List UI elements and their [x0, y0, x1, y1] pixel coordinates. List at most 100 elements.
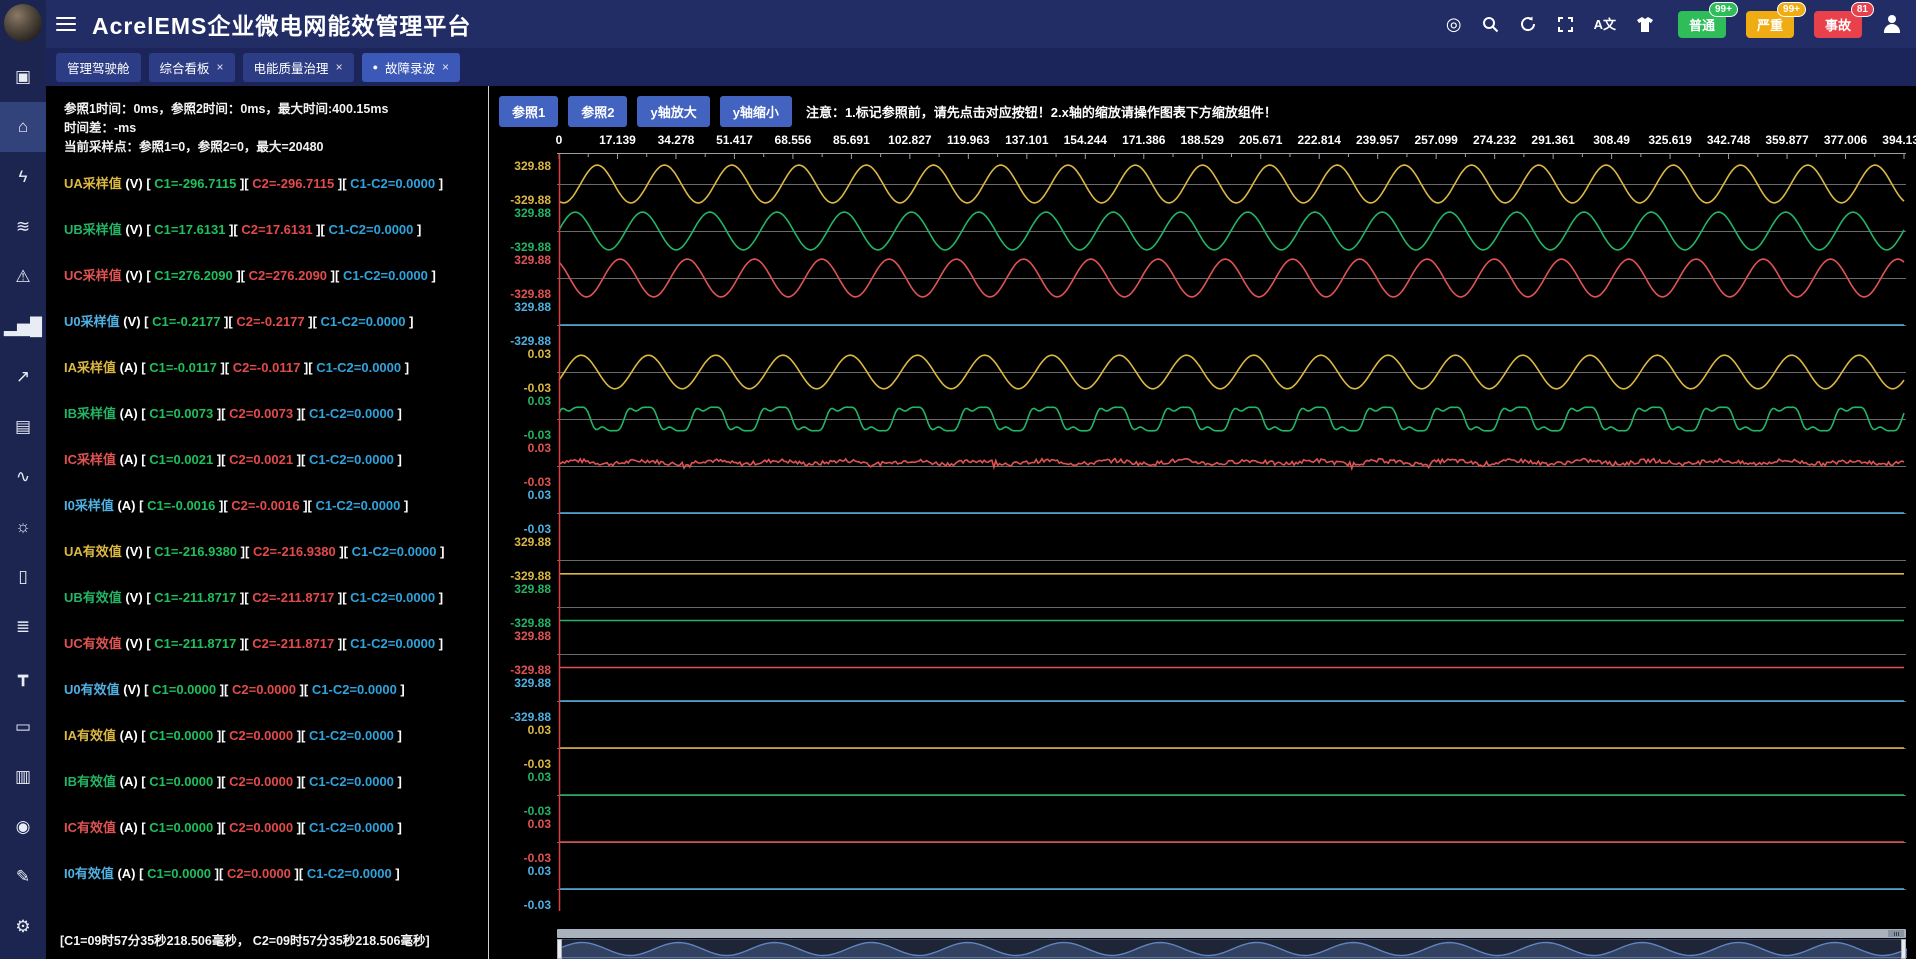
sidebar-item-statistics[interactable]: ▂▅█: [0, 302, 46, 352]
theme-icon[interactable]: [1636, 16, 1654, 33]
y-axis-max-label: 0.03: [528, 817, 551, 831]
refresh-icon[interactable]: [1519, 15, 1537, 33]
channel-diff-value: C1-C2=0.0000: [315, 498, 400, 513]
datazoom-preview: [558, 940, 1907, 958]
y-axis-max-label: 329.88: [514, 300, 551, 314]
toolbar-button-2[interactable]: 参照2: [568, 96, 627, 127]
bracket: ][: [305, 314, 321, 329]
sidebar-item-system-settings[interactable]: ⚙: [0, 902, 46, 952]
y-axis-min-label: -0.03: [524, 757, 551, 771]
tab-1[interactable]: 管理驾驶舱: [56, 53, 141, 82]
channel-c2-value: C2=-216.9380: [253, 544, 336, 559]
toolbar-button-1[interactable]: 参照1: [499, 96, 558, 127]
sidebar-item-archive[interactable]: ▥: [0, 752, 46, 802]
channel-c1-value: C1=276.2090: [154, 268, 232, 283]
bracket: ][: [213, 774, 229, 789]
bracket: ][: [213, 728, 229, 743]
app-title: AcrelEMS企业微电网能效管理平台: [92, 7, 471, 41]
sidebar-item-alarm-light[interactable]: ◉: [0, 802, 46, 852]
channel-c2-value: C2=0.0000: [229, 728, 293, 743]
sidebar-item-meter-card[interactable]: ▭: [0, 702, 46, 752]
time-diff-line: 时间差：-ms: [64, 119, 488, 138]
toolbar-button-3[interactable]: y轴放大: [637, 96, 709, 127]
alarm-light-icon: ◉: [16, 817, 31, 837]
y-axis-max-label: 329.88: [514, 535, 551, 549]
alarm-button-3[interactable]: 事故81: [1814, 11, 1862, 38]
bracket: ][: [300, 360, 316, 375]
search-icon[interactable]: [1482, 16, 1499, 33]
sidebar-item-report-curve[interactable]: ∿: [0, 452, 46, 502]
plot-area: [557, 153, 1908, 918]
bracket: ][: [334, 636, 350, 651]
x-tick-label: 308.49: [1593, 133, 1630, 147]
menu-toggle-icon[interactable]: [56, 13, 76, 35]
channel-c1-value: C1=-0.2177: [152, 314, 220, 329]
channel-c1-value: C1=-211.8717: [154, 636, 236, 651]
channel-diff-value: C1-C2=0.0000: [352, 544, 437, 559]
cursor-timestamp: [C1=09时57分35秒218.506毫秒， C2=09时57分35秒218.…: [60, 930, 430, 949]
translate-icon[interactable]: A文: [1594, 18, 1616, 31]
content-body: 参照1时间：0ms，参照2时间：0ms，最大时间:400.15ms 时间差：-m…: [46, 86, 1916, 959]
tab-close-icon[interactable]: ×: [217, 60, 224, 74]
channel-name: I0有效值: [64, 866, 114, 881]
channel-unit: (V) [: [122, 544, 155, 559]
datazoom-handle-left[interactable]: [557, 939, 562, 959]
tab-3[interactable]: 电能质量治理×: [243, 53, 354, 82]
channel-c1-value: C1=0.0021: [149, 452, 213, 467]
channel-name: IA有效值: [64, 728, 116, 743]
charging-pile-icon: ▯: [18, 567, 27, 587]
tab-2[interactable]: 综合看板×: [149, 53, 235, 82]
edit-icon: ✎: [16, 867, 30, 887]
channel-name: IC采样值: [64, 452, 116, 467]
datazoom-handle-right[interactable]: [1901, 939, 1906, 959]
sidebar-item-lighting[interactable]: ☼: [0, 502, 46, 552]
guide-icon[interactable]: ◎: [1446, 15, 1462, 33]
tab-close-icon[interactable]: ×: [336, 60, 343, 74]
y-axis-min-label: -0.03: [524, 428, 551, 442]
sidebar-item-power-monitor[interactable]: ϟ: [0, 152, 46, 202]
sidebar-item-server-list[interactable]: ≣: [0, 602, 46, 652]
tab-close-icon[interactable]: ×: [442, 60, 449, 74]
avatar[interactable]: [4, 4, 42, 42]
bracket: ]: [413, 222, 421, 237]
bracket: ][: [334, 176, 350, 191]
x-tick-label: 0: [556, 133, 563, 147]
bracket: ][: [296, 682, 312, 697]
y-axis-min-label: -329.88: [510, 616, 551, 630]
channel-row: IA有效值 (A) [ C1=0.0000 ][ C2=0.0000 ][ C1…: [64, 725, 488, 743]
tab-4[interactable]: ●故障录波×: [362, 53, 460, 82]
toolbar-button-4[interactable]: y轴缩小: [720, 96, 792, 127]
alarm-button-1[interactable]: 普通99+: [1678, 11, 1726, 38]
left-rail: ▣⌂ϟ≋⚠▂▅█↗▤∿☼ ▯ ≣┳▭▥ ◉ ✎ ⚙: [0, 0, 46, 959]
channel-diff-value: C1-C2=0.0000: [309, 774, 394, 789]
scrollbar-grip[interactable]: [1888, 930, 1904, 937]
sidebar-item-screen-config[interactable]: ▣: [0, 52, 46, 102]
sidebar-item-pipeline[interactable]: ┳: [0, 652, 46, 702]
y-axis-max-label: 329.88: [514, 159, 551, 173]
user-icon[interactable]: [1882, 14, 1902, 34]
channel-row: IC采样值 (A) [ C1=0.0021 ][ C2=0.0021 ][ C1…: [64, 449, 488, 467]
sidebar-item-hydrology[interactable]: ≋: [0, 202, 46, 252]
alarm-button-2[interactable]: 严重99+: [1746, 11, 1794, 38]
channel-unit: (A) [: [116, 728, 149, 743]
sidebar-item-trend-analysis[interactable]: ↗: [0, 352, 46, 402]
datazoom-slider[interactable]: [557, 939, 1906, 959]
sidebar-item-billing[interactable]: ▤: [0, 402, 46, 452]
fullscreen-icon[interactable]: [1557, 16, 1574, 33]
bracket: ][: [291, 866, 307, 881]
x-tick-label: 119.963: [947, 133, 990, 147]
sidebar-item-alarm-center[interactable]: ⚠: [0, 252, 46, 302]
channel-c2-value: C2=0.0000: [229, 820, 293, 835]
channel-diff-value: C1-C2=0.0000: [343, 268, 428, 283]
channel-unit: (V) [: [122, 222, 155, 237]
sidebar-item-edit[interactable]: ✎: [0, 852, 46, 902]
bracket: ]: [394, 452, 402, 467]
channel-c1-value: C1=-0.0117: [149, 360, 217, 375]
sidebar-item-energy-home[interactable]: ⌂: [0, 102, 46, 152]
x-tick-label: 171.386: [1122, 133, 1165, 147]
horizontal-scrollbar[interactable]: [557, 929, 1906, 938]
bracket: ]: [401, 360, 409, 375]
sidebar-item-charging-pile[interactable]: ▯: [0, 552, 46, 602]
channel-row: UC有效值 (V) [ C1=-211.8717 ][ C2=-211.8717…: [64, 633, 488, 651]
channel-c1-value: C1=-211.8717: [154, 590, 236, 605]
